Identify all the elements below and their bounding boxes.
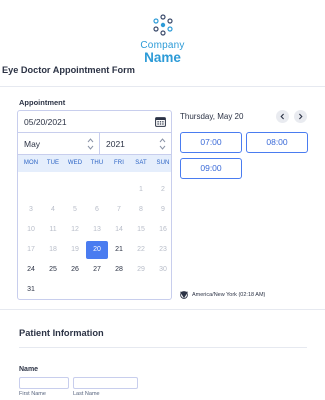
previous-day-button[interactable] <box>276 110 289 123</box>
first-name-input[interactable] <box>19 377 69 389</box>
time-slot-button[interactable]: 08:00 <box>246 132 308 153</box>
calendar-day[interactable]: 27 <box>86 261 108 279</box>
header-divider <box>0 86 325 87</box>
calendar-day: 16 <box>159 226 167 233</box>
last-name-input[interactable] <box>73 377 138 389</box>
calendar-day[interactable]: 25 <box>42 261 64 279</box>
logo-name-text: Name <box>144 50 181 65</box>
calendar-day: 6 <box>95 206 99 213</box>
calendar-day: 3 <box>29 206 33 213</box>
calendar-day: 1 <box>139 186 143 193</box>
calendar-day: 4 <box>51 206 55 213</box>
weekday-label: SAT <box>135 160 147 166</box>
weekday-label: THU <box>90 160 104 166</box>
calendar-day[interactable]: 26 <box>64 261 86 279</box>
form-title: Eye Doctor Appointment Form <box>2 65 135 75</box>
weekday-label: MON <box>23 160 39 166</box>
calendar-day[interactable]: 28 <box>108 261 130 279</box>
calendar-day: 2 <box>161 186 165 193</box>
appointment-calendar: May 2021 MONTUEWEDTHUFRISATSUN 123456789… <box>17 110 172 300</box>
calendar-icon[interactable] <box>155 116 166 127</box>
calendar-day-selected[interactable]: 20 <box>86 241 108 259</box>
month-select[interactable]: May <box>18 133 100 155</box>
patient-info-heading: Patient Information <box>19 328 104 338</box>
time-slot-button[interactable]: 07:00 <box>180 132 242 153</box>
calendar-day: 19 <box>71 246 79 253</box>
up-down-arrows-icon <box>159 138 166 150</box>
calendar-day: 8 <box>139 206 143 213</box>
calendar-day: 5 <box>73 206 77 213</box>
molecule-logo-icon <box>152 14 173 36</box>
calendar-day[interactable]: 21 <box>108 241 130 259</box>
calendar-day: 29 <box>137 266 145 273</box>
date-input[interactable] <box>24 116 144 128</box>
date-input-wrapper <box>18 111 171 133</box>
last-name-sublabel: Last Name <box>73 391 100 397</box>
company-logo: Company Name <box>0 14 325 65</box>
selected-date-heading: Thursday, May 20 <box>180 112 244 121</box>
calendar-day: 23 <box>159 246 167 253</box>
next-day-button[interactable] <box>294 110 307 123</box>
chevron-left-icon <box>280 113 284 120</box>
first-name-sublabel: First Name <box>19 391 46 397</box>
calendar-day: 7 <box>117 206 121 213</box>
year-select[interactable]: 2021 <box>100 133 171 155</box>
calendar-day: 14 <box>115 226 123 233</box>
caret-down-icon <box>180 291 188 299</box>
calendar-day: 12 <box>71 226 79 233</box>
calendar-day: 10 <box>27 226 35 233</box>
month-select-value: May <box>24 139 41 149</box>
calendar-day[interactable]: 31 <box>20 281 42 299</box>
name-label: Name <box>19 366 39 373</box>
calendar-day[interactable]: 24 <box>20 261 42 279</box>
timezone-label: America/New York (02:18 AM) <box>192 292 266 298</box>
weekday-label: WED <box>67 160 83 166</box>
up-down-arrows-icon <box>87 138 94 150</box>
time-slot-button[interactable]: 09:00 <box>180 158 242 179</box>
calendar-day: 13 <box>93 226 101 233</box>
chevron-right-icon <box>299 113 303 120</box>
appointment-label: Appointment <box>19 98 66 107</box>
section-divider <box>0 309 325 310</box>
calendar-day: 9 <box>161 206 165 213</box>
calendar-day: 22 <box>137 246 145 253</box>
calendar-day: 17 <box>27 246 35 253</box>
weekday-header-row: MON TUE WED THU FRI SAT SUN <box>18 155 171 172</box>
year-select-value: 2021 <box>106 139 125 149</box>
calendar-day: 18 <box>49 246 57 253</box>
calendar-day: 11 <box>49 226 57 233</box>
calendar-day: 30 <box>159 266 167 273</box>
month-year-selectors: May 2021 <box>18 133 171 155</box>
weekday-label: TUE <box>46 160 60 166</box>
calendar-day: 15 <box>137 226 145 233</box>
weekday-label: FRI <box>114 160 124 166</box>
weekday-label: SUN <box>156 160 170 166</box>
heading-underline <box>19 347 307 348</box>
